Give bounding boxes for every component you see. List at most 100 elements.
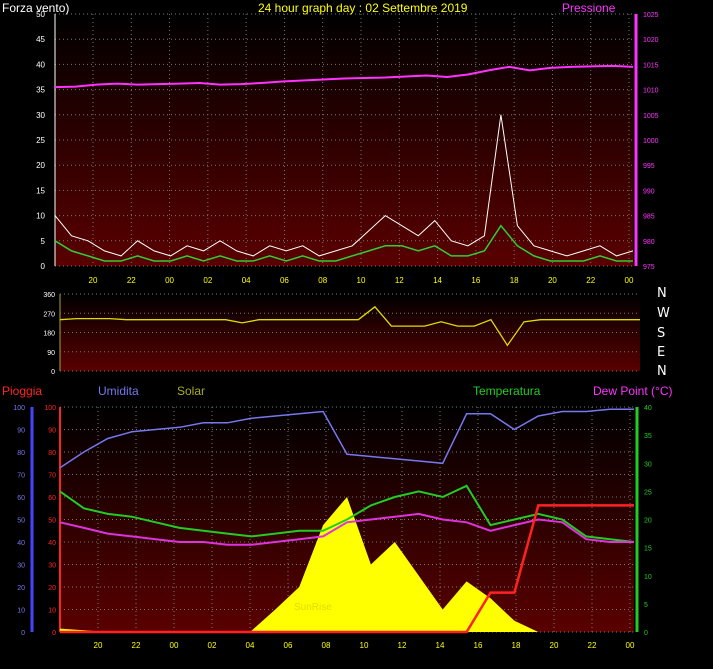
x-tick-label: 20 bbox=[548, 276, 557, 285]
x-tick-label: 14 bbox=[436, 641, 445, 650]
direction-tick-label: 90 bbox=[47, 350, 55, 357]
temp-tick-label: 30 bbox=[644, 461, 652, 468]
y2-tick-label: 985 bbox=[643, 214, 655, 221]
x-tick-label: 16 bbox=[471, 276, 480, 285]
x-tick-label: 02 bbox=[208, 641, 217, 650]
direction-tick-label: 180 bbox=[43, 331, 55, 338]
x-tick-label: 20 bbox=[550, 641, 559, 650]
y-tick-label: 40 bbox=[36, 60, 45, 69]
y2-tick-label: 1025 bbox=[643, 12, 659, 19]
direction-tick-label: 0 bbox=[51, 369, 55, 376]
humidity-tick-label: 40 bbox=[17, 540, 25, 547]
compass-w: W bbox=[657, 306, 670, 321]
temperature-label: Temperatura bbox=[473, 384, 541, 398]
weather-graph-canvas: 0510152025303540455097598098599099510001… bbox=[13, 10, 659, 650]
rain-tick-label: 80 bbox=[48, 450, 56, 457]
x-tick-label: 18 bbox=[510, 276, 519, 285]
rain-tick-label: 40 bbox=[48, 540, 56, 547]
y-tick-label: 30 bbox=[36, 111, 45, 120]
y2-tick-label: 995 bbox=[643, 163, 655, 170]
y-tick-label: 25 bbox=[36, 136, 45, 145]
solar-label: Solar bbox=[177, 384, 206, 398]
compass-n-bottom: N bbox=[657, 364, 667, 379]
direction-tick-label: 360 bbox=[43, 292, 55, 299]
x-tick-label: 12 bbox=[398, 641, 407, 650]
compass-s: S bbox=[657, 326, 666, 341]
humidity-tick-label: 100 bbox=[13, 405, 25, 412]
rain-tick-label: 100 bbox=[44, 405, 56, 412]
compass-n-top: N bbox=[657, 286, 667, 301]
x-tick-label: 00 bbox=[170, 641, 179, 650]
temp-tick-label: 5 bbox=[644, 602, 648, 609]
temp-tick-label: 10 bbox=[644, 574, 652, 581]
direction-tick-label: 270 bbox=[43, 311, 55, 318]
rain-tick-label: 0 bbox=[52, 630, 56, 637]
x-tick-label: 22 bbox=[127, 276, 136, 285]
x-tick-label: 22 bbox=[132, 641, 141, 650]
sunrise-annotation: SunRise bbox=[294, 602, 332, 613]
humidity-tick-label: 10 bbox=[17, 608, 25, 615]
temp-tick-label: 15 bbox=[644, 546, 652, 553]
y2-tick-label: 975 bbox=[643, 264, 655, 271]
x-tick-label: 22 bbox=[586, 276, 595, 285]
temp-tick-label: 35 bbox=[644, 433, 652, 440]
y2-tick-label: 1005 bbox=[643, 113, 659, 120]
graph-title: 24 hour graph day : 02 Settembre 2019 bbox=[258, 1, 468, 15]
humidity-tick-label: 20 bbox=[17, 585, 25, 592]
wind-strength-label: Forza vento) bbox=[2, 1, 70, 15]
humidity-tick-label: 80 bbox=[17, 450, 25, 457]
y2-tick-label: 1000 bbox=[643, 138, 659, 145]
x-tick-label: 10 bbox=[357, 276, 366, 285]
humidity-tick-label: 30 bbox=[17, 563, 25, 570]
y2-tick-label: 1010 bbox=[643, 88, 659, 95]
pressure-label: Pressione bbox=[562, 1, 616, 15]
humidity-tick-label: 70 bbox=[17, 473, 25, 480]
humidity-tick-label: 90 bbox=[17, 428, 25, 435]
humidity-tick-label: 0 bbox=[21, 630, 25, 637]
x-tick-label: 20 bbox=[94, 641, 103, 650]
x-tick-label: 00 bbox=[165, 276, 174, 285]
y2-tick-label: 1020 bbox=[643, 37, 659, 44]
rain-tick-label: 30 bbox=[48, 563, 56, 570]
y-tick-label: 5 bbox=[41, 237, 46, 246]
y-tick-label: 20 bbox=[36, 161, 45, 170]
humidity-tick-label: 60 bbox=[17, 495, 25, 502]
x-tick-label: 04 bbox=[242, 276, 251, 285]
x-tick-label: 04 bbox=[246, 641, 255, 650]
temp-tick-label: 40 bbox=[644, 405, 652, 412]
y2-tick-label: 980 bbox=[643, 239, 655, 246]
x-tick-label: 02 bbox=[203, 276, 212, 285]
y2-tick-label: 990 bbox=[643, 188, 655, 195]
dewpoint-label: Dew Point (°C) bbox=[593, 384, 673, 398]
temp-tick-label: 25 bbox=[644, 489, 652, 496]
rain-tick-label: 50 bbox=[48, 518, 56, 525]
x-tick-label: 08 bbox=[318, 276, 327, 285]
y2-tick-label: 1015 bbox=[643, 62, 659, 69]
x-tick-label: 00 bbox=[625, 276, 634, 285]
y-tick-label: 35 bbox=[36, 86, 45, 95]
x-tick-label: 06 bbox=[280, 276, 289, 285]
x-tick-label: 18 bbox=[512, 641, 521, 650]
x-tick-label: 00 bbox=[626, 641, 635, 650]
rain-label: Pioggia bbox=[2, 384, 43, 398]
x-tick-label: 16 bbox=[474, 641, 483, 650]
rain-tick-label: 20 bbox=[48, 585, 56, 592]
rain-tick-label: 90 bbox=[48, 428, 56, 435]
x-tick-label: 12 bbox=[395, 276, 404, 285]
y-tick-label: 10 bbox=[36, 212, 45, 221]
humidity-label: Umidita bbox=[98, 384, 139, 398]
temp-tick-label: 0 bbox=[644, 630, 648, 637]
x-tick-label: 08 bbox=[322, 641, 331, 650]
x-tick-label: 10 bbox=[360, 641, 369, 650]
rain-tick-label: 70 bbox=[48, 473, 56, 480]
x-tick-label: 14 bbox=[433, 276, 442, 285]
x-tick-label: 20 bbox=[89, 276, 98, 285]
x-tick-label: 06 bbox=[284, 641, 293, 650]
x-tick-label: 22 bbox=[588, 641, 597, 650]
y-tick-label: 45 bbox=[36, 35, 45, 44]
rain-tick-label: 60 bbox=[48, 495, 56, 502]
y-tick-label: 15 bbox=[36, 186, 45, 195]
rain-tick-label: 10 bbox=[48, 608, 56, 615]
humidity-tick-label: 50 bbox=[17, 518, 25, 525]
y-tick-label: 0 bbox=[41, 262, 46, 271]
